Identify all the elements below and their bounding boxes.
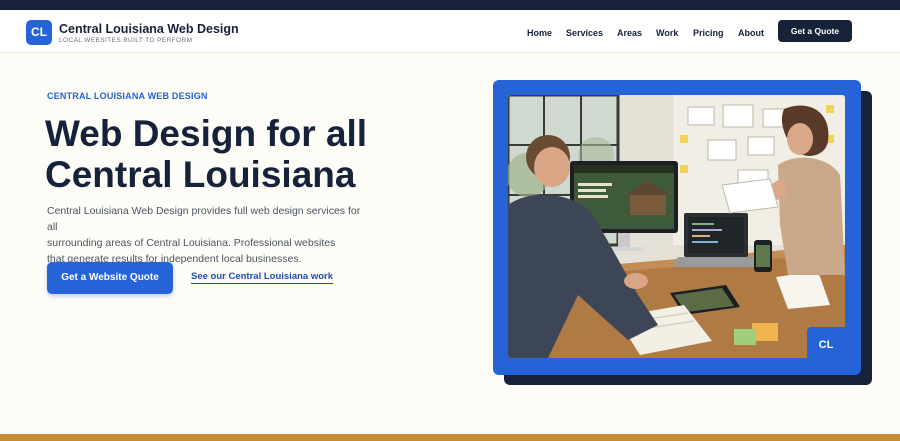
get-quote-button[interactable]: Get a Quote [778, 20, 852, 42]
hero-headline: Web Design for all Central Louisiana [45, 113, 465, 195]
headline-line-1: Web Design for all [45, 113, 368, 154]
hero-photo [508, 95, 845, 358]
nav-about[interactable]: About [738, 28, 764, 38]
nav-work[interactable]: Work [656, 28, 678, 38]
top-accent-bar [0, 0, 900, 10]
nav-home[interactable]: Home [527, 28, 552, 38]
office-scene-illustration [508, 95, 845, 358]
website-quote-button[interactable]: Get a Website Quote [47, 262, 173, 294]
intro-line-2: surrounding areas of Central Louisiana. … [47, 237, 336, 249]
logo-badge[interactable]: CL [26, 20, 52, 45]
hero-eyebrow: CENTRAL LOUISIANA WEB DESIGN [47, 91, 208, 101]
bottom-accent-bar [0, 434, 900, 441]
brand-name[interactable]: Central Louisiana Web Design [59, 22, 239, 36]
see-work-link[interactable]: See our Central Louisiana work [191, 271, 334, 284]
hero-intro: Central Louisiana Web Design provides fu… [47, 203, 372, 267]
image-corner-badge: CL [807, 327, 845, 363]
intro-line-1: Central Louisiana Web Design provides fu… [47, 205, 361, 233]
nav-areas[interactable]: Areas [617, 28, 642, 38]
brand-tagline: LOCAL WEBSITES BUILT TO PERFORM [59, 37, 193, 44]
nav-pricing[interactable]: Pricing [693, 28, 724, 38]
site-header: CL Central Louisiana Web Design LOCAL WE… [0, 10, 900, 53]
headline-line-2: Central Louisiana [45, 154, 356, 195]
nav-services[interactable]: Services [566, 28, 603, 38]
